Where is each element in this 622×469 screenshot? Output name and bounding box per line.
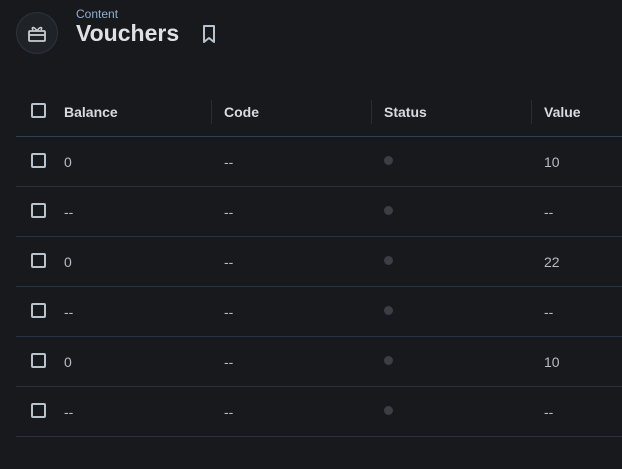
status-dot bbox=[384, 255, 393, 265]
status-dot bbox=[384, 205, 393, 215]
column-header-value[interactable]: Value bbox=[544, 87, 581, 136]
table-row[interactable]: -- -- -- bbox=[16, 387, 622, 437]
status-dot bbox=[384, 355, 393, 365]
page: Content Vouchers Balance Code Status Val… bbox=[0, 0, 622, 469]
column-header-balance[interactable]: Balance bbox=[64, 87, 118, 136]
select-all-checkbox[interactable] bbox=[31, 103, 46, 118]
table-row[interactable]: 0 -- 10 bbox=[16, 137, 622, 187]
cell-code: -- bbox=[224, 403, 234, 420]
cell-code: -- bbox=[224, 203, 234, 220]
cell-balance: 0 bbox=[64, 153, 72, 170]
cell-code: -- bbox=[224, 353, 234, 370]
breadcrumb[interactable]: Content bbox=[76, 7, 118, 21]
cell-value: 10 bbox=[544, 353, 560, 370]
cell-value: -- bbox=[544, 303, 554, 320]
column-divider[interactable] bbox=[531, 100, 532, 124]
cell-status bbox=[384, 187, 393, 236]
cell-status bbox=[384, 137, 393, 186]
collection-avatar bbox=[16, 12, 58, 54]
cell-value: 10 bbox=[544, 153, 560, 170]
gift-icon bbox=[28, 26, 46, 42]
table-header-row: Balance Code Status Value bbox=[16, 87, 622, 137]
table-row[interactable]: 0 -- 22 bbox=[16, 237, 622, 287]
row-checkbox[interactable] bbox=[31, 153, 46, 168]
bookmark-button[interactable] bbox=[200, 24, 218, 44]
cell-balance: -- bbox=[64, 203, 74, 220]
row-checkbox[interactable] bbox=[31, 203, 46, 218]
table-row[interactable]: -- -- -- bbox=[16, 187, 622, 237]
status-dot bbox=[384, 155, 393, 165]
cell-code: -- bbox=[224, 303, 234, 320]
cell-status bbox=[384, 387, 393, 436]
cell-code: -- bbox=[224, 253, 234, 270]
column-header-code[interactable]: Code bbox=[224, 87, 259, 136]
row-checkbox[interactable] bbox=[31, 253, 46, 268]
status-dot bbox=[384, 305, 393, 315]
vouchers-table: Balance Code Status Value 0 -- 10 -- -- … bbox=[16, 87, 622, 437]
table-row[interactable]: -- -- -- bbox=[16, 287, 622, 337]
column-divider[interactable] bbox=[211, 100, 212, 124]
bookmark-icon bbox=[203, 25, 215, 43]
row-checkbox[interactable] bbox=[31, 303, 46, 318]
cell-balance: -- bbox=[64, 303, 74, 320]
cell-code: -- bbox=[224, 153, 234, 170]
column-header-status[interactable]: Status bbox=[384, 87, 427, 136]
cell-value: -- bbox=[544, 403, 554, 420]
cell-balance: -- bbox=[64, 403, 74, 420]
cell-balance: 0 bbox=[64, 353, 72, 370]
cell-status bbox=[384, 337, 393, 386]
row-checkbox[interactable] bbox=[31, 403, 46, 418]
table-row[interactable]: 0 -- 10 bbox=[16, 337, 622, 387]
page-title: Vouchers bbox=[76, 20, 180, 46]
column-divider[interactable] bbox=[371, 100, 372, 124]
cell-balance: 0 bbox=[64, 253, 72, 270]
row-checkbox[interactable] bbox=[31, 353, 46, 368]
cell-status bbox=[384, 287, 393, 336]
cell-value: -- bbox=[544, 203, 554, 220]
cell-value: 22 bbox=[544, 253, 560, 270]
status-dot bbox=[384, 405, 393, 415]
cell-status bbox=[384, 237, 393, 286]
